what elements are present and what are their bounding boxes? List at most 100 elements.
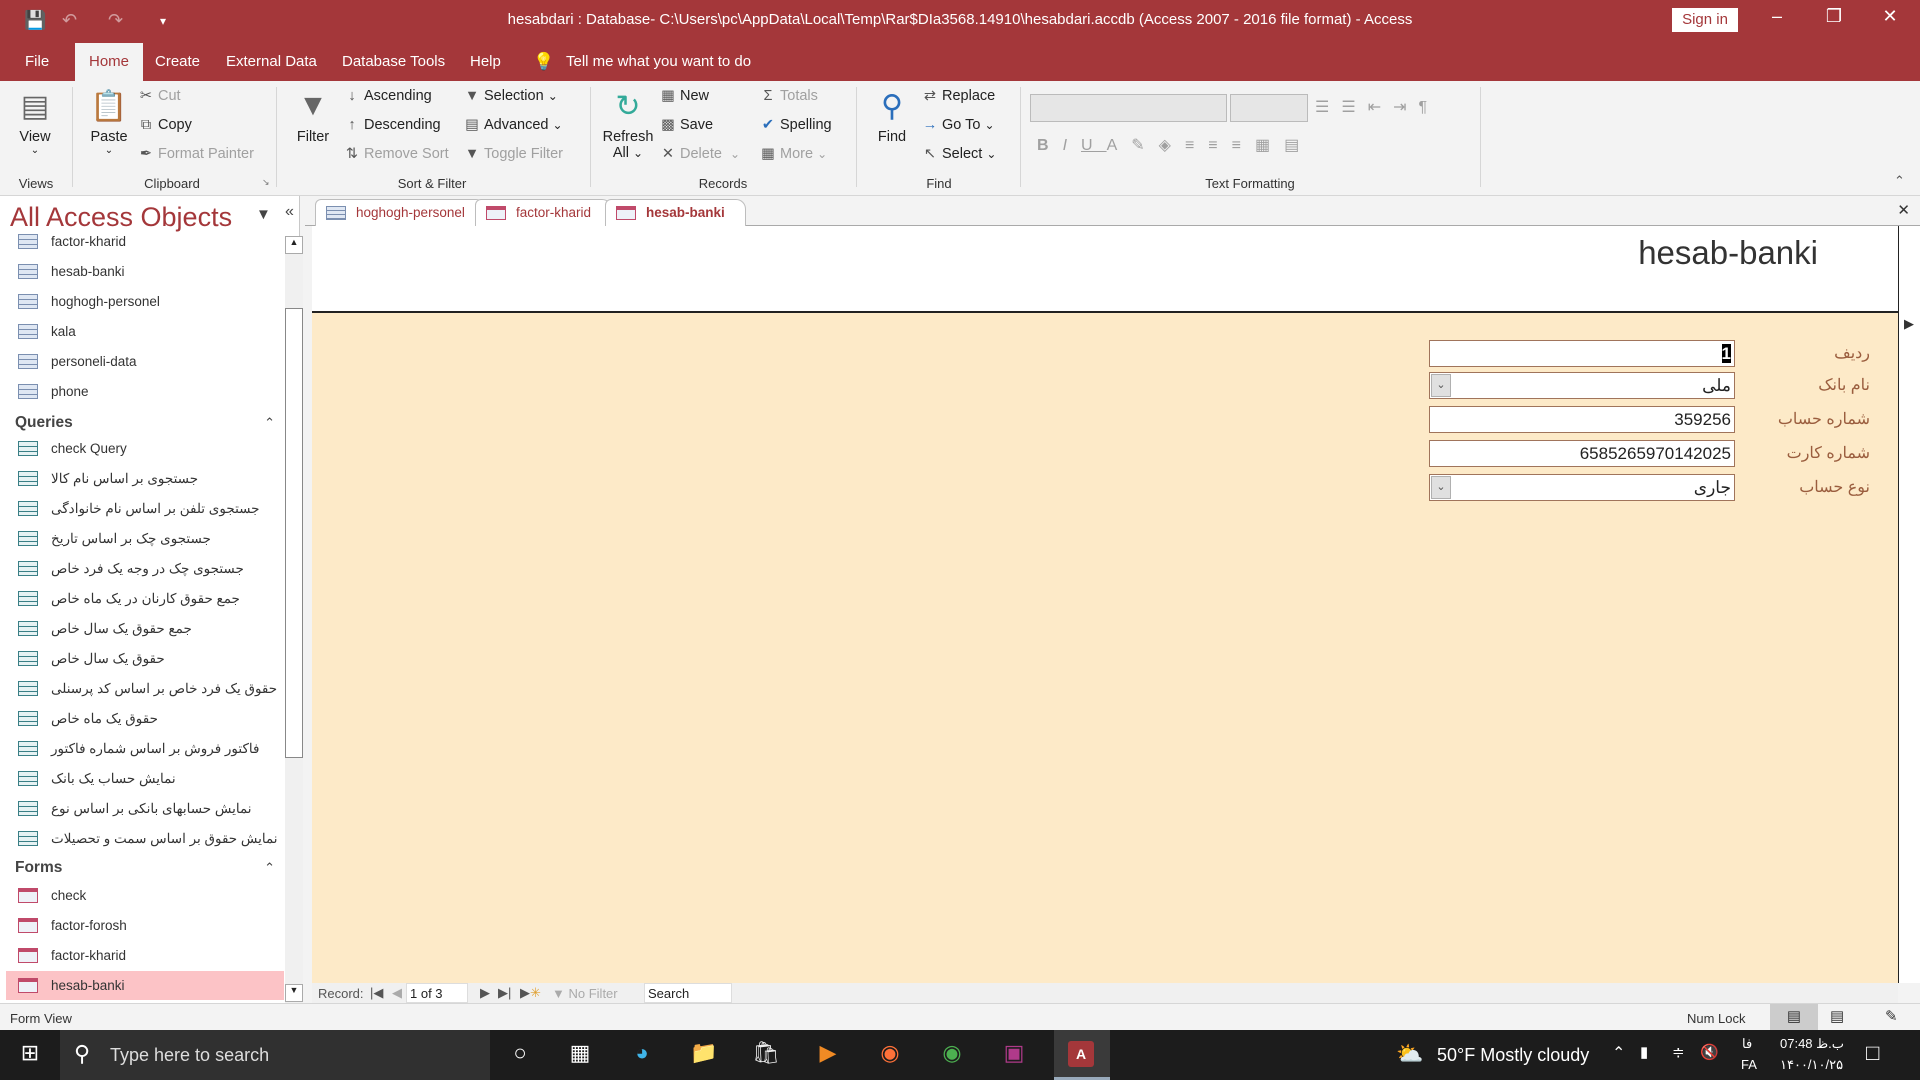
file-explorer-icon[interactable]: 📁 [682,1040,726,1066]
tab-help[interactable]: Help [460,43,511,81]
cortana-icon[interactable]: ○ [498,1040,542,1066]
doc-tab-hoghogh-personel[interactable]: hoghogh-personel [315,199,486,226]
scroll-up-icon[interactable]: ▲ [285,236,303,254]
previous-record-icon[interactable]: ◀ [392,985,402,1001]
winrar-icon[interactable]: ▣ [992,1040,1036,1066]
nav-query-item[interactable]: نمایش حقوق بر اساس سمت و تحصیلات [6,824,284,853]
nav-query-item[interactable]: جمع حقوق کارنان در یک ماه خاص [6,584,284,613]
firefox-icon[interactable]: ◉ [868,1040,912,1066]
totals-button[interactable]: Σ Totals [760,88,818,104]
nav-query-item[interactable]: جستجوی بر اساس نام کالا [6,464,284,493]
no-filter-button[interactable]: ▼ No Filter [552,986,618,1001]
layout-view-icon[interactable]: ▤ [1830,1007,1844,1025]
close-icon[interactable]: ✕ [1870,6,1910,27]
nav-menu-dropdown-icon[interactable]: ▼ [256,206,271,223]
format-painter-button[interactable]: ✒ Format Painter [138,146,254,162]
nav-form-item[interactable]: check [6,881,284,910]
font-name-dropdown[interactable] [1030,94,1227,122]
toggle-filter-button[interactable]: ▼ Toggle Filter [464,146,563,162]
more-button[interactable]: ▦ More ⌄ [760,146,827,162]
nav-query-item[interactable]: check Query [6,434,284,463]
nav-query-item[interactable]: جستجوی چک در وجه یک فرد خاص [6,554,284,583]
replace-button[interactable]: ⇄ Replace [922,88,995,104]
nav-query-item[interactable]: حقوق یک سال خاص [6,644,284,673]
nav-section-forms[interactable]: Forms ⌃ [15,855,275,881]
store-icon[interactable]: 🛍 [744,1040,788,1066]
select-button[interactable]: ↖ Select ⌄ [922,146,997,162]
combo-box[interactable]: ⌄ ملی [1429,372,1735,399]
remove-sort-button[interactable]: ⇅ Remove Sort [344,146,449,162]
tab-home[interactable]: Home [75,43,144,81]
filter-button[interactable]: ▼ Filter [290,89,336,145]
nav-table-item[interactable]: factor-kharid [6,227,284,256]
tab-external-data[interactable]: External Data [216,43,327,81]
spelling-button[interactable]: ✔ Spelling [760,117,832,133]
ascending-button[interactable]: ↓ Ascending [344,88,431,104]
close-document-icon[interactable]: ✕ [1897,201,1910,219]
nav-table-item[interactable]: hoghogh-personel [6,287,284,316]
task-view-icon[interactable]: ▦ [558,1040,602,1066]
doc-tab-factor-kharid[interactable]: factor-kharid [475,199,613,226]
language-indicator[interactable]: FA [1741,1057,1757,1072]
new-record-button[interactable]: ▦ New [660,88,709,104]
text-field[interactable]: 6585265970142025 [1429,440,1735,467]
clock-time[interactable]: 07:48 ب.ظ [1780,1036,1844,1052]
find-button[interactable]: ⚲ Find [870,89,914,145]
delete-record-button[interactable]: ✕ Delete ⌄ [660,146,740,162]
nav-query-item[interactable]: حقوق یک ماه خاص [6,704,284,733]
cut-button[interactable]: ✂ Cut [138,88,181,104]
design-view-icon[interactable]: ✎ [1885,1007,1898,1025]
collapse-ribbon-icon[interactable]: ⌃ [1894,173,1905,189]
collapse-section-icon[interactable]: ⌃ [264,855,275,881]
combo-box[interactable]: ⌄ جاری [1429,474,1735,501]
nav-scrollbar[interactable]: ▲ ▼ [285,236,303,1003]
tab-file[interactable]: File [15,43,59,81]
search-input[interactable]: Search [644,983,732,1003]
minimize-icon[interactable]: – [1757,6,1797,27]
current-record-field[interactable]: 1 of 3 [406,983,468,1003]
tell-me-input[interactable]: Tell me what you want to do [556,43,761,81]
font-size-dropdown[interactable] [1230,94,1308,122]
media-player-icon[interactable]: ▶ [806,1040,850,1066]
new-record-nav-icon[interactable]: ▶✳ [520,985,541,1001]
show-hidden-icons[interactable]: ⌃ [1612,1043,1625,1063]
form-view-icon[interactable]: ▤ [1770,1004,1818,1030]
collapse-section-icon[interactable]: ⌃ [264,410,275,436]
list-indent-buttons[interactable]: ☰☰⇤⇥¶ [1315,97,1439,117]
nav-form-item[interactable]: factor-kharid [6,941,284,970]
nav-form-item[interactable]: hesab-banki [6,971,284,1000]
nav-query-item[interactable]: جمع حقوق یک سال خاص [6,614,284,643]
taskbar-search-box[interactable]: ⚲ Type here to search [60,1030,490,1080]
text-field[interactable]: 359256 [1429,406,1735,433]
nav-query-item[interactable]: فاکتور فروش بر اساس شماره فاکتور [6,734,284,763]
copy-button[interactable]: ⧉ Copy [138,117,192,133]
weather-text[interactable]: 50°F Mostly cloudy [1437,1045,1589,1066]
descending-button[interactable]: ↑ Descending [344,117,440,133]
format-buttons[interactable]: BIUA✎◈≡≡≡▦▤ [1037,135,1313,155]
edge-icon[interactable]: ◕ [620,1040,664,1066]
nav-query-item[interactable]: نمایش حسابهای بانکی بر اساس نوع [6,794,284,823]
nav-section-queries[interactable]: Queries ⌃ [15,410,275,436]
wifi-icon[interactable]: ≑ [1672,1043,1685,1061]
tab-database-tools[interactable]: Database Tools [332,43,455,81]
scroll-down-icon[interactable]: ▼ [285,984,303,1002]
volume-muted-icon[interactable]: 🔇 [1700,1043,1719,1061]
view-button[interactable]: ▤ View ⌄ [10,89,60,156]
notifications-icon[interactable]: □ [1866,1040,1879,1066]
windows-start-icon[interactable]: ⊞ [8,1040,52,1066]
tab-create[interactable]: Create [145,43,210,81]
goto-button[interactable]: → Go To ⌄ [922,117,995,133]
nav-table-item[interactable]: kala [6,317,284,346]
record-selector[interactable]: ▶ [1898,226,1920,983]
advanced-button[interactable]: ▤ Advanced ⌄ [464,117,563,133]
refresh-all-button[interactable]: ↻ Refresh All ⌄ [598,89,658,161]
nav-table-item[interactable]: personeli-data [6,347,284,376]
nav-query-item[interactable]: جستجوی چک بر اساس تاریخ [6,524,284,553]
language-top[interactable]: فا [1742,1036,1752,1052]
nav-table-item[interactable]: hesab-banki [6,257,284,286]
last-record-icon[interactable]: ▶| [498,985,511,1001]
nav-table-item[interactable]: phone [6,377,284,406]
collapse-pane-icon[interactable]: « [285,203,294,221]
paste-button[interactable]: 📋 Paste ⌄ [84,89,134,156]
clock-date[interactable]: ۱۴۰۰/۱۰/۲۵ [1780,1057,1843,1073]
